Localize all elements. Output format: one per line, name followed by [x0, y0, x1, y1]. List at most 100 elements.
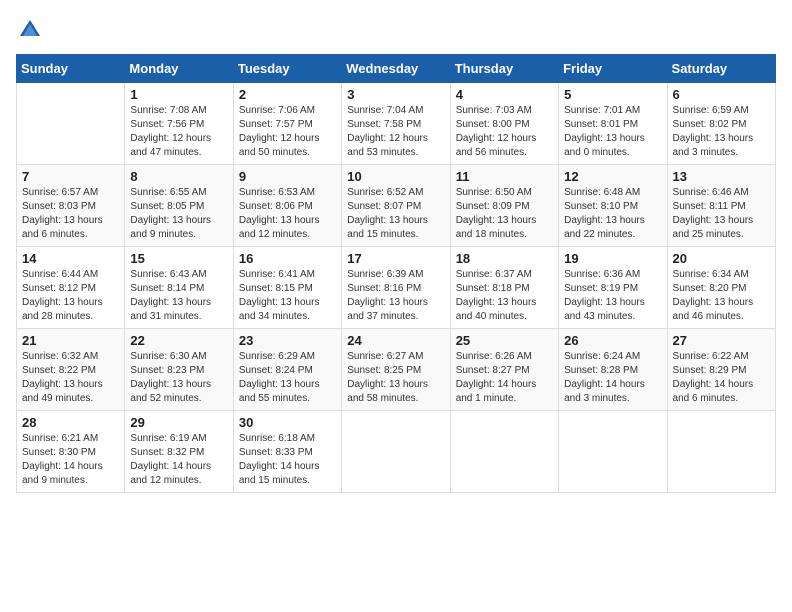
calendar-cell — [559, 411, 667, 493]
calendar-cell: 16Sunrise: 6:41 AM Sunset: 8:15 PM Dayli… — [233, 247, 341, 329]
day-info: Sunrise: 6:43 AM Sunset: 8:14 PM Dayligh… — [130, 268, 227, 324]
day-number: 10 — [347, 169, 444, 184]
calendar-cell: 9 Sunrise: 6:53 AM Sunset: 8:06 PM Daylig… — [233, 165, 341, 247]
weekday-header-wednesday: Wednesday — [342, 55, 450, 83]
day-number: 30 — [239, 415, 336, 430]
day-info: Sunrise: 6:52 AM Sunset: 8:07 PM Dayligh… — [347, 186, 444, 242]
day-number: 23 — [239, 333, 336, 348]
day-info: Sunrise: 6:24 AM Sunset: 8:28 PM Dayligh… — [564, 350, 661, 406]
calendar-cell: 13 Sunrise: 6:46 AM Sunset: 8:11 PM Dayli… — [667, 165, 775, 247]
calendar-cell: 10 Sunrise: 6:52 AM Sunset: 8:07 PM Dayli… — [342, 165, 450, 247]
day-number: 12 — [564, 169, 661, 184]
day-number: 21 — [22, 333, 119, 348]
day-number: 3 — [347, 87, 444, 102]
day-info: Sunrise: 6:44 AM Sunset: 8:12 PM Dayligh… — [22, 268, 119, 324]
day-number: 11 — [456, 169, 553, 184]
week-row-3: 21 Sunrise: 6:32 AM Sunset: 8:22 PM Dayli… — [17, 329, 776, 411]
calendar-cell: 15 Sunrise: 6:43 AM Sunset: 8:14 PM Dayli… — [125, 247, 233, 329]
day-info: Sunrise: 6:37 AM Sunset: 8:18 PM Dayligh… — [456, 268, 553, 324]
calendar-cell: 29 Sunrise: 6:19 AM Sunset: 8:32 PM Dayli… — [125, 411, 233, 493]
day-number: 5 — [564, 87, 661, 102]
calendar-table: SundayMondayTuesdayWednesdayThursdayFrid… — [16, 54, 776, 493]
logo-icon — [16, 16, 44, 44]
calendar-cell: 30 Sunrise: 6:18 AM Sunset: 8:33 PM Dayli… — [233, 411, 341, 493]
weekday-header-thursday: Thursday — [450, 55, 558, 83]
day-info: Sunrise: 6:57 AM Sunset: 8:03 PM Dayligh… — [22, 186, 119, 242]
day-info: Sunrise: 6:55 AM Sunset: 8:05 PM Dayligh… — [130, 186, 227, 242]
day-number: 15 — [130, 251, 227, 266]
calendar-cell: 5 Sunrise: 7:01 AM Sunset: 8:01 PM Daylig… — [559, 83, 667, 165]
day-info: Sunrise: 6:46 AM Sunset: 8:11 PM Dayligh… — [673, 186, 770, 242]
calendar-cell: 6 Sunrise: 6:59 AM Sunset: 8:02 PM Daylig… — [667, 83, 775, 165]
day-number: 8 — [130, 169, 227, 184]
day-number: 7 — [22, 169, 119, 184]
weekday-header-row: SundayMondayTuesdayWednesdayThursdayFrid… — [17, 55, 776, 83]
calendar-cell — [667, 411, 775, 493]
day-number: 6 — [673, 87, 770, 102]
day-number: 16 — [239, 251, 336, 266]
day-info: Sunrise: 7:01 AM Sunset: 8:01 PM Dayligh… — [564, 104, 661, 160]
weekday-header-friday: Friday — [559, 55, 667, 83]
day-number: 17 — [347, 251, 444, 266]
day-info: Sunrise: 7:03 AM Sunset: 8:00 PM Dayligh… — [456, 104, 553, 160]
calendar-cell: 26 Sunrise: 6:24 AM Sunset: 8:28 PM Dayli… — [559, 329, 667, 411]
day-info: Sunrise: 6:29 AM Sunset: 8:24 PM Dayligh… — [239, 350, 336, 406]
calendar-cell: 12 Sunrise: 6:48 AM Sunset: 8:10 PM Dayli… — [559, 165, 667, 247]
week-row-1: 7 Sunrise: 6:57 AM Sunset: 8:03 PM Daylig… — [17, 165, 776, 247]
calendar-cell: 14 Sunrise: 6:44 AM Sunset: 8:12 PM Dayli… — [17, 247, 125, 329]
day-number: 25 — [456, 333, 553, 348]
calendar-cell — [342, 411, 450, 493]
day-info: Sunrise: 6:27 AM Sunset: 8:25 PM Dayligh… — [347, 350, 444, 406]
day-number: 1 — [130, 87, 227, 102]
calendar-cell — [450, 411, 558, 493]
day-info: Sunrise: 6:36 AM Sunset: 8:19 PM Dayligh… — [564, 268, 661, 324]
day-number: 13 — [673, 169, 770, 184]
calendar-cell: 4Sunrise: 7:03 AM Sunset: 8:00 PM Daylig… — [450, 83, 558, 165]
calendar-cell — [17, 83, 125, 165]
day-number: 9 — [239, 169, 336, 184]
week-row-4: 28 Sunrise: 6:21 AM Sunset: 8:30 PM Dayli… — [17, 411, 776, 493]
weekday-header-sunday: Sunday — [17, 55, 125, 83]
day-info: Sunrise: 6:34 AM Sunset: 8:20 PM Dayligh… — [673, 268, 770, 324]
calendar-cell: 7 Sunrise: 6:57 AM Sunset: 8:03 PM Daylig… — [17, 165, 125, 247]
weekday-header-monday: Monday — [125, 55, 233, 83]
day-info: Sunrise: 6:59 AM Sunset: 8:02 PM Dayligh… — [673, 104, 770, 160]
page-header — [16, 16, 776, 44]
day-number: 14 — [22, 251, 119, 266]
calendar-cell: 19 Sunrise: 6:36 AM Sunset: 8:19 PM Dayli… — [559, 247, 667, 329]
calendar-cell: 20Sunrise: 6:34 AM Sunset: 8:20 PM Dayli… — [667, 247, 775, 329]
day-info: Sunrise: 6:39 AM Sunset: 8:16 PM Dayligh… — [347, 268, 444, 324]
calendar-cell: 22 Sunrise: 6:30 AM Sunset: 8:23 PM Dayli… — [125, 329, 233, 411]
calendar-cell: 23 Sunrise: 6:29 AM Sunset: 8:24 PM Dayli… — [233, 329, 341, 411]
day-info: Sunrise: 6:21 AM Sunset: 8:30 PM Dayligh… — [22, 432, 119, 488]
calendar-cell: 17 Sunrise: 6:39 AM Sunset: 8:16 PM Dayli… — [342, 247, 450, 329]
day-number: 28 — [22, 415, 119, 430]
weekday-header-tuesday: Tuesday — [233, 55, 341, 83]
day-number: 22 — [130, 333, 227, 348]
calendar-cell: 2Sunrise: 7:06 AM Sunset: 7:57 PM Daylig… — [233, 83, 341, 165]
day-info: Sunrise: 7:04 AM Sunset: 7:58 PM Dayligh… — [347, 104, 444, 160]
day-number: 19 — [564, 251, 661, 266]
calendar-cell: 18 Sunrise: 6:37 AM Sunset: 8:18 PM Dayli… — [450, 247, 558, 329]
day-info: Sunrise: 6:18 AM Sunset: 8:33 PM Dayligh… — [239, 432, 336, 488]
day-number: 18 — [456, 251, 553, 266]
day-info: Sunrise: 6:50 AM Sunset: 8:09 PM Dayligh… — [456, 186, 553, 242]
day-info: Sunrise: 6:48 AM Sunset: 8:10 PM Dayligh… — [564, 186, 661, 242]
day-info: Sunrise: 6:32 AM Sunset: 8:22 PM Dayligh… — [22, 350, 119, 406]
logo — [16, 16, 48, 44]
day-info: Sunrise: 6:30 AM Sunset: 8:23 PM Dayligh… — [130, 350, 227, 406]
calendar-cell: 11 Sunrise: 6:50 AM Sunset: 8:09 PM Dayli… — [450, 165, 558, 247]
day-info: Sunrise: 6:22 AM Sunset: 8:29 PM Dayligh… — [673, 350, 770, 406]
day-number: 26 — [564, 333, 661, 348]
day-info: Sunrise: 6:19 AM Sunset: 8:32 PM Dayligh… — [130, 432, 227, 488]
calendar-cell: 28 Sunrise: 6:21 AM Sunset: 8:30 PM Dayli… — [17, 411, 125, 493]
week-row-0: 1Sunrise: 7:08 AM Sunset: 7:56 PM Daylig… — [17, 83, 776, 165]
week-row-2: 14 Sunrise: 6:44 AM Sunset: 8:12 PM Dayli… — [17, 247, 776, 329]
day-number: 29 — [130, 415, 227, 430]
weekday-header-saturday: Saturday — [667, 55, 775, 83]
calendar-cell: 27Sunrise: 6:22 AM Sunset: 8:29 PM Dayli… — [667, 329, 775, 411]
day-info: Sunrise: 7:06 AM Sunset: 7:57 PM Dayligh… — [239, 104, 336, 160]
day-info: Sunrise: 6:53 AM Sunset: 8:06 PM Dayligh… — [239, 186, 336, 242]
calendar-cell: 24Sunrise: 6:27 AM Sunset: 8:25 PM Dayli… — [342, 329, 450, 411]
calendar-cell: 25Sunrise: 6:26 AM Sunset: 8:27 PM Dayli… — [450, 329, 558, 411]
